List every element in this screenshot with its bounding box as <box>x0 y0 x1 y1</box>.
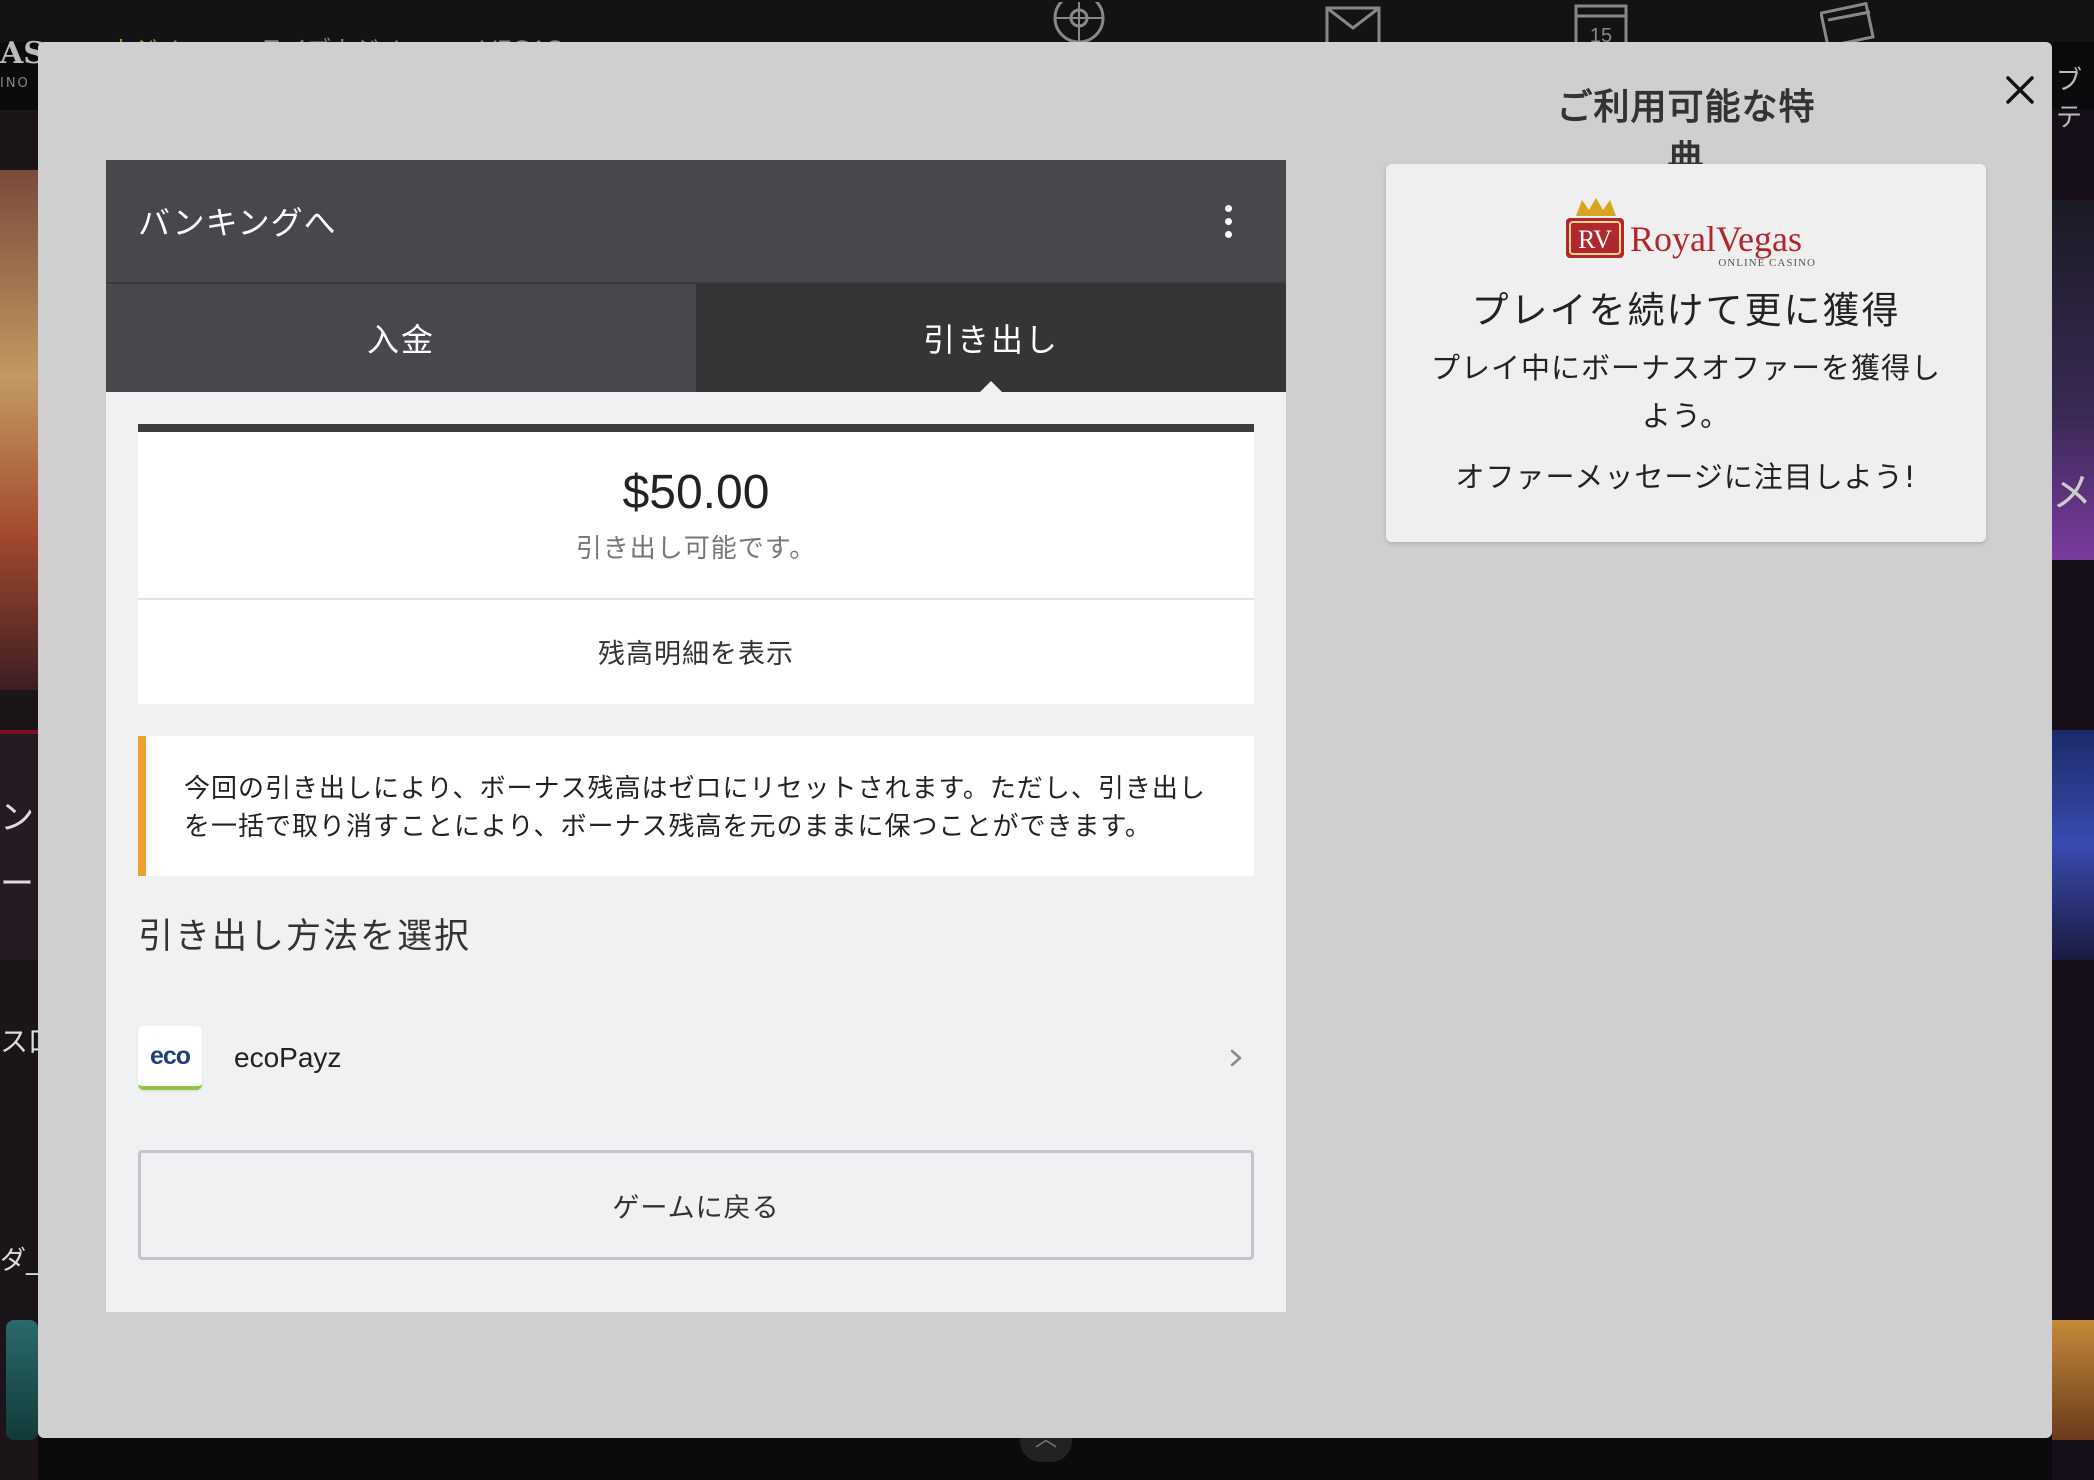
banking-modal: バンキングへ 入金 引き出し $50.00 引き出し可能です。 残高明細を表示 … <box>38 42 2052 1438</box>
svg-text:RV: RV <box>1578 225 1612 254</box>
background-left-text: ー <box>0 864 34 904</box>
mail-icon[interactable] <box>1324 2 1382 46</box>
svg-text:RoyalVegas: RoyalVegas <box>1630 219 1802 259</box>
payment-method-ecopayz[interactable]: eco ecoPayz <box>138 1018 1254 1098</box>
chevron-right-icon <box>1230 1049 1242 1067</box>
background-game-tile <box>0 730 38 960</box>
tab-withdraw[interactable]: 引き出し <box>696 284 1286 392</box>
background-game-art <box>0 170 38 690</box>
close-button[interactable] <box>1992 62 2048 118</box>
banking-tabs: 入金 引き出し <box>106 282 1286 392</box>
background-game-thumb <box>2052 1320 2094 1440</box>
balance-summary: $50.00 引き出し可能です。 <box>138 432 1254 600</box>
royalvegas-logo: RV RoyalVegas ONLINE CASINO <box>1566 198 1816 269</box>
banking-panel: バンキングへ 入金 引き出し $50.00 引き出し可能です。 残高明細を表示 … <box>106 160 1286 1312</box>
background-logo-sub: INO <box>0 76 30 91</box>
background-left-text: ン <box>0 798 34 838</box>
offer-text-secondary: オファーメッセージに注目しよう! <box>1455 460 1917 494</box>
balance-caption: 引き出し可能です。 <box>575 534 817 564</box>
payment-method-label: ecoPayz <box>234 1042 342 1073</box>
balance-detail-link[interactable]: 残高明細を表示 <box>138 600 1254 702</box>
offer-text: プレイ中にボーナスオファーを獲得しよう。 <box>1430 351 1941 433</box>
balance-card: $50.00 引き出し可能です。 残高明細を表示 <box>138 424 1254 704</box>
wheel-icon[interactable] <box>1050 0 1108 44</box>
banking-header: バンキングへ <box>106 160 1286 282</box>
background-game-thumb <box>6 1320 38 1440</box>
offer-card: RV RoyalVegas ONLINE CASINO プレイを続けて更に獲得 … <box>1386 164 1986 542</box>
balance-amount: $50.00 <box>622 466 770 519</box>
ecopayz-logo: eco <box>138 1026 202 1090</box>
tab-deposit[interactable]: 入金 <box>106 284 696 392</box>
svg-text:ONLINE CASINO: ONLINE CASINO <box>1718 257 1816 269</box>
background-game-tile <box>2052 730 2094 960</box>
background-right-text: ブテ <box>2056 66 2083 133</box>
back-to-game-button[interactable]: ゲームに戻る <box>138 1150 1254 1260</box>
wallet-icon[interactable] <box>1819 1 1878 49</box>
background-right-text: メ <box>2052 470 2092 516</box>
close-icon <box>2006 76 2034 104</box>
banking-title[interactable]: バンキングへ <box>138 198 337 244</box>
offer-heading: プレイを続けて更に獲得 <box>1471 289 1901 332</box>
kebab-menu-icon[interactable] <box>1208 196 1248 246</box>
calendar-icon[interactable]: 15 <box>1572 2 1630 48</box>
background-left-text: ダ_ <box>0 1246 40 1276</box>
method-heading: 引き出し方法を選択 <box>138 917 472 957</box>
bonus-warning-notice: 今回の引き出しにより、ボーナス残高はゼロにリセットされます。ただし、引き出しを一… <box>138 736 1254 876</box>
